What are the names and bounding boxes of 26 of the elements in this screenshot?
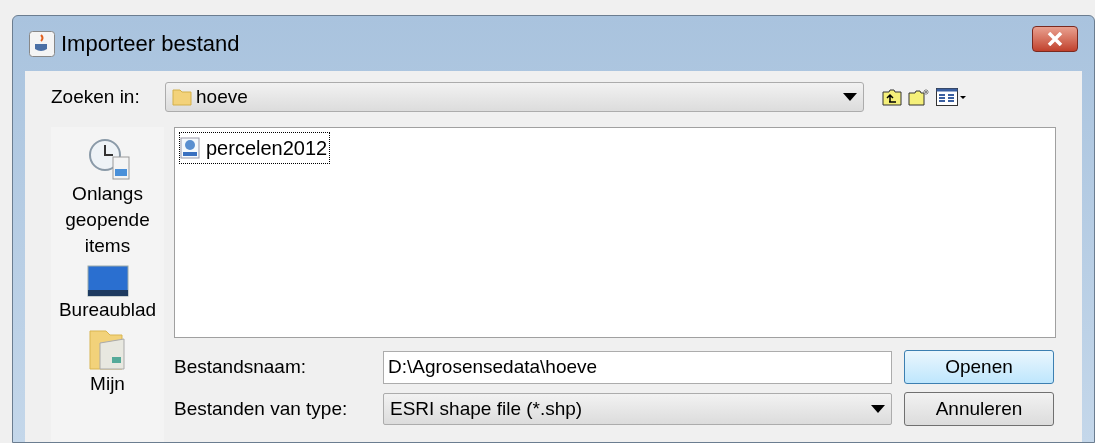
look-in-value: hoeve <box>196 84 249 109</box>
dialog-button[interactable]: Annuleren <box>904 392 1054 426</box>
places-item[interactable]: Bureaublad <box>51 265 164 323</box>
new-folder-icon[interactable] <box>908 88 930 106</box>
file-item[interactable]: percelen2012 <box>179 132 331 164</box>
folder-icon <box>172 88 192 106</box>
close-button[interactable] <box>1032 25 1078 52</box>
dialog-button[interactable]: Openen <box>904 350 1054 384</box>
file-type-label: Bestanden van type: <box>174 396 349 421</box>
dropdown-arrow-icon <box>843 93 857 101</box>
dropdown-arrow-icon <box>871 405 885 413</box>
places-item[interactable]: Mijn <box>51 329 164 397</box>
document-folder-icon <box>87 329 128 371</box>
coffee-cup-icon <box>29 30 55 57</box>
map-file-icon <box>180 137 200 159</box>
look-in-dropdown[interactable]: hoeve <box>165 82 864 112</box>
list-view-icon[interactable] <box>936 88 966 106</box>
window-title: Importeer bestand <box>61 30 240 58</box>
monitor-icon <box>86 265 129 297</box>
file-name-label: Bestandsnaam: <box>174 354 308 379</box>
look-in-label: Zoeken in: <box>51 84 141 109</box>
file-type-dropdown[interactable]: ESRI shape file (*.shp) <box>383 393 892 425</box>
file-name-field[interactable]: D:\Agrosensedata\hoeve <box>383 350 892 384</box>
places-item[interactable]: Onlangs geopende items <box>51 137 164 259</box>
folder-up-icon[interactable] <box>882 88 902 106</box>
close-icon <box>1047 31 1063 46</box>
